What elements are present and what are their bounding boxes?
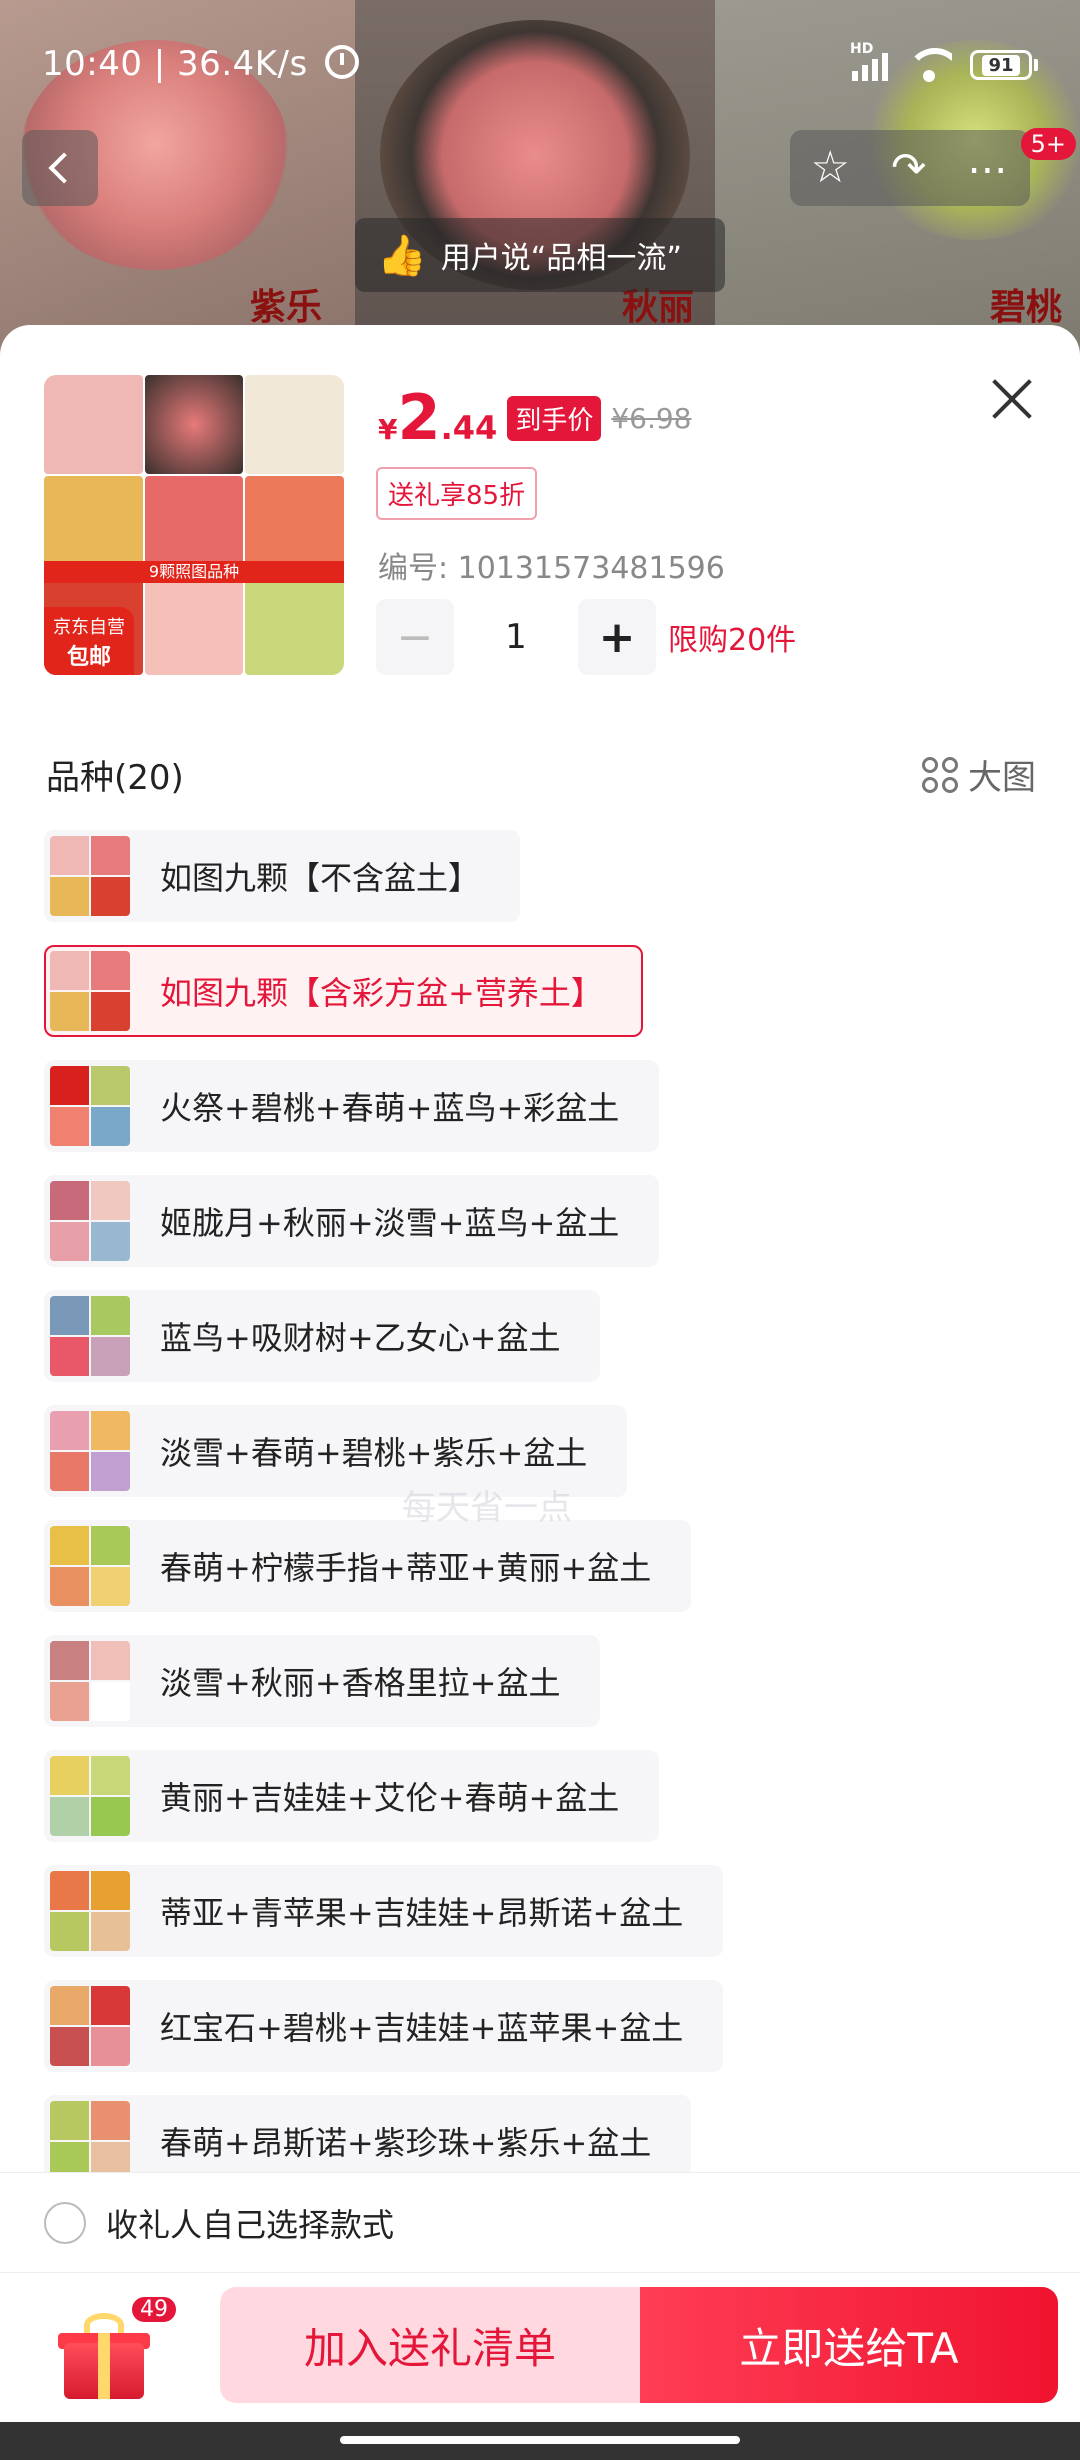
variant-label: 如图九颗【不含盆土】 [160,859,481,897]
jd-badge-line2: 包邮 [66,645,111,670]
variant-option[interactable]: 蒂亚+青苹果+吉娃娃+昂斯诺+盆土 [44,1865,724,1957]
recipient-choose-label: 收礼人自己选择款式 [106,2205,395,2244]
variant-thumbnail [50,1871,130,1951]
variant-option[interactable]: 红宝石+碧桃+吉娃娃+蓝苹果+盆土 [44,1980,724,2072]
price-row: ¥ 2 .44 到手价 ¥6.98 [378,387,692,449]
thumbnail-banner: 9颗照图品种 [44,561,344,583]
gift-list-count-badge: 49 [130,2295,178,2324]
variant-thumbnail [50,1641,130,1721]
network-type-label: HD [850,41,874,57]
variant-label: 蒂亚+青苹果+吉娃娃+昂斯诺+盆土 [160,1894,684,1932]
variant-label: 淡雪+春萌+碧桃+紫乐+盆土 [160,1434,588,1472]
variant-option[interactable]: 黄丽+吉娃娃+艾伦+春萌+盆土 [44,1750,660,1842]
variant-label: 如图九颗【含彩方盆+营养土】 [160,974,603,1012]
back-button[interactable] [22,130,98,206]
recipient-choose-option[interactable]: 收礼人自己选择款式 [0,2172,1080,2272]
big-image-toggle[interactable]: 大图 [922,750,1036,799]
status-left: 10:40 | 36.4K/s [42,44,360,84]
quantity-value[interactable]: 1 [454,617,578,657]
variant-label: 姬胧月+秋丽+淡雪+蓝鸟+盆土 [160,1204,620,1242]
variant-label: 淡雪+秋丽+香格里拉+盆土 [160,1664,561,1702]
status-bar: 10:40 | 36.4K/s HD 91 [0,0,1080,130]
variant-option[interactable]: 蓝鸟+吸财树+乙女心+盆土 [44,1290,601,1382]
hero-caption: 碧桃 [990,287,1063,328]
alarm-icon [325,45,360,79]
thumbs-up-icon: 👍 [377,232,427,279]
wifi-icon [906,48,952,82]
share-icon[interactable]: ↷ [891,147,926,189]
battery-icon: 91 [970,50,1038,80]
status-time-speed: 10:40 | 36.4K/s [42,44,308,84]
purchase-limit: 限购20件 [668,623,797,658]
star-icon[interactable]: ☆ [811,146,850,190]
battery-level: 91 [982,54,1020,76]
variant-option[interactable]: 春萌+柠檬手指+蒂亚+黄丽+盆土 [44,1520,692,1612]
variant-label: 蓝鸟+吸财树+乙女心+盆土 [160,1319,561,1357]
increase-quantity-button[interactable]: + [578,599,656,675]
variant-label: 春萌+柠檬手指+蒂亚+黄丽+盆土 [160,1549,652,1587]
message-badge: 5+ [1020,128,1076,160]
variant-thumbnail [50,1411,130,1491]
variant-thumbnail [50,1181,130,1261]
radio-button[interactable] [44,2201,86,2244]
variant-thumbnail [50,1296,130,1376]
send-to-ta-button[interactable]: 立即送给TA [640,2287,1058,2403]
price-decimal: .44 [440,409,498,447]
variant-thumbnail [50,951,130,1031]
variant-thumbnail [50,1526,130,1606]
jd-self-operated-badge: 京东自营 包邮 [44,607,134,675]
close-icon[interactable] [990,377,1034,421]
variant-thumbnail [50,1756,130,1836]
variant-thumbnail [50,836,130,916]
hero-caption: 紫乐 [250,287,323,328]
price-integer: 2 [397,381,441,454]
more-icon[interactable]: … [967,140,1009,180]
status-right: HD 91 [850,41,1038,82]
quantity-stepper: − 1 + 限购20件 [376,599,796,675]
decrease-quantity-button[interactable]: − [376,599,454,675]
final-price-tag: 到手价 [507,395,602,441]
praise-text: 用户说“品相一流” [440,241,682,276]
jd-badge-line1: 京东自营 [53,617,125,638]
grid-icon [922,756,958,793]
variant-label: 黄丽+吉娃娃+艾伦+春萌+盆土 [160,1779,620,1817]
big-image-label: 大图 [968,758,1036,798]
add-to-gift-list-button[interactable]: 加入送礼清单 [220,2287,640,2403]
gift-list-icon[interactable] [54,2311,154,2403]
praise-banner: 👍 用户说“品相一流” [355,218,725,292]
variant-option[interactable]: 姬胧月+秋丽+淡雪+蓝鸟+盆土 [44,1175,660,1267]
bottom-action-bar: 49 加入送礼清单 立即送给TA [0,2272,1080,2422]
variant-option[interactable]: 淡雪+秋丽+香格里拉+盆土 [44,1635,601,1727]
chevron-left-icon [48,152,80,184]
variant-thumbnail [50,1066,130,1146]
variant-thumbnail [50,1986,130,2066]
variant-label: 火祭+碧桃+春萌+蓝鸟+彩盆土 [160,1089,620,1127]
variant-option[interactable]: 如图九颗【不含盆土】 [44,830,521,922]
gift-discount-badge: 送礼享85折 [376,467,538,520]
signal-icon: HD [850,41,888,81]
variant-thumbnail [50,2101,130,2181]
sku-selection-sheet: 9颗照图品种 京东自营 包邮 ¥ 2 .44 到手价 ¥6.98 送礼享85折 … [0,325,1080,2460]
variant-label: 红宝石+碧桃+吉娃娃+蓝苹果+盆土 [160,2009,684,2047]
variant-option[interactable]: 如图九颗【含彩方盆+营养土】 [44,945,643,1037]
top-action-group: ☆ ↷ … [790,130,1030,206]
price-currency: ¥ [378,413,398,446]
sku-number: 编号: 10131573481596 [378,551,725,586]
original-price: ¥6.98 [611,401,692,435]
watermark: 每天省一点 [402,1488,572,1528]
home-indicator[interactable] [340,2436,740,2444]
variant-option[interactable]: 火祭+碧桃+春萌+蓝鸟+彩盆土 [44,1060,660,1152]
variant-section-title: 品种(20) [46,758,184,798]
variant-label: 春萌+昂斯诺+紫珍珠+紫乐+盆土 [160,2124,652,2162]
